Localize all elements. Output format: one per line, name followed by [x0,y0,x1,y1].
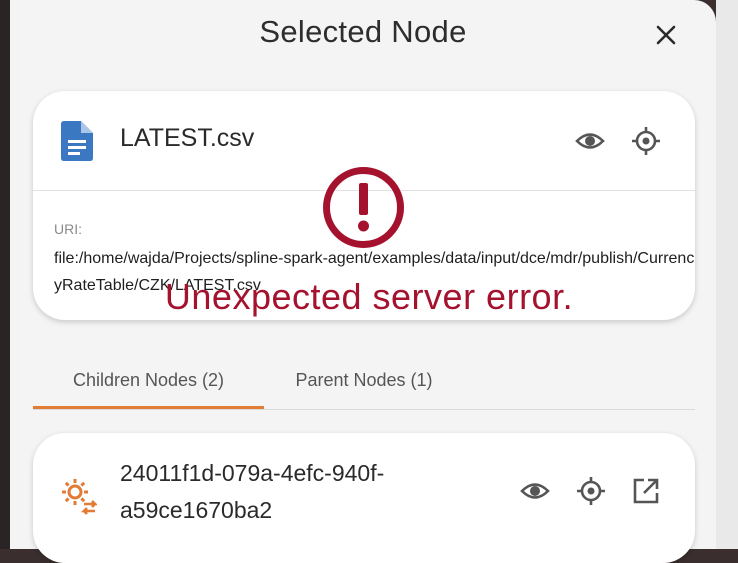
node-name: LATEST.csv [120,124,255,152]
locate-button[interactable] [629,124,663,158]
panel-title: Selected Node [259,14,467,49]
child-node-card: 24011f1d-079a-4efc-940f-a59ce1670ba2 [33,433,695,563]
child-locate-button[interactable] [574,474,608,508]
uri-value: file:/home/wajda/Projects/spline-spark-a… [54,250,695,294]
view-button[interactable] [573,124,607,158]
gear-sync-icon [62,479,97,515]
eye-icon [575,133,605,149]
scroll-edge [716,0,738,549]
child-open-button[interactable] [629,474,663,508]
crosshair-icon [632,127,660,155]
close-button[interactable] [651,20,681,50]
uri-label: URI: [54,221,82,237]
selected-node-panel: Selected Node LATEST.csv URI: file:/home… [10,0,716,563]
child-view-button[interactable] [518,474,552,508]
eye-icon [520,483,550,499]
selected-node-card: LATEST.csv URI: file:/home/wajda/Project… [33,91,695,320]
child-node-id: 24011f1d-079a-4efc-940f-a59ce1670ba2 [120,460,385,523]
tab-parent-nodes[interactable]: Parent Nodes (1) [264,352,464,408]
crosshair-icon [577,477,605,505]
file-document-icon [61,121,93,161]
window-edge [0,0,10,549]
tab-children-nodes[interactable]: Children Nodes (2) [33,352,264,408]
node-tabs: Children Nodes (2) Parent Nodes (1) [33,352,695,410]
node-header: LATEST.csv [33,91,695,191]
active-tab-indicator [33,406,264,409]
close-icon [656,25,676,45]
open-in-new-icon [633,478,659,504]
